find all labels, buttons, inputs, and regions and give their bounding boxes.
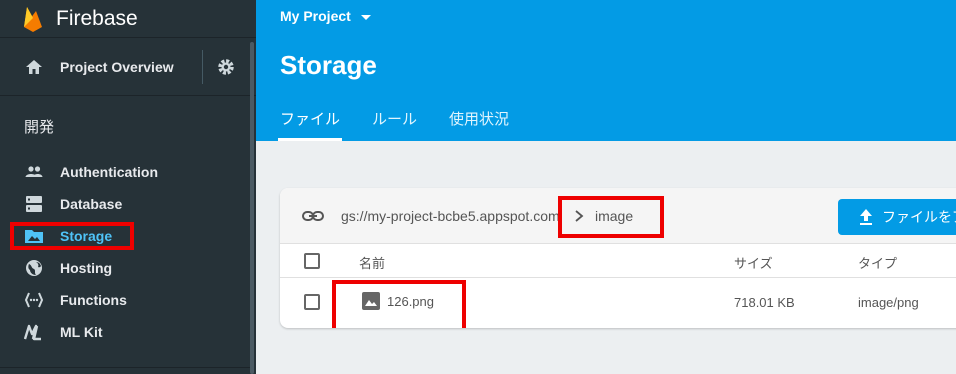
sidebar-item-label: Hosting: [60, 260, 113, 276]
upload-file-button[interactable]: ファイルをア: [838, 199, 956, 235]
globe-icon: [24, 258, 44, 278]
sidebar-item-label: ML Kit: [60, 324, 103, 340]
caret-down-icon: [360, 14, 371, 20]
sidebar-item-authentication[interactable]: Authentication: [0, 156, 256, 188]
page-title: Storage: [280, 50, 377, 80]
upload-label: ファイルをア: [882, 209, 956, 225]
firebase-logo-icon: [24, 6, 42, 32]
highlight-box: [558, 196, 664, 238]
sidebar-item-label: Authentication: [60, 164, 158, 180]
table-header: 名前 サイズ タイプ: [280, 244, 956, 278]
sidebar-item-label: Database: [60, 196, 123, 212]
file-size: 718.01 KB: [734, 295, 795, 310]
functions-icon: [24, 290, 44, 310]
brand-title: Firebase: [56, 6, 138, 30]
sidebar-item-functions[interactable]: Functions: [0, 284, 256, 316]
table-row[interactable]: 126.png 718.01 KB image/png: [280, 278, 956, 328]
link-icon[interactable]: [302, 206, 324, 226]
column-header-size[interactable]: サイズ: [734, 253, 773, 272]
tab-usage[interactable]: 使用状況: [449, 108, 509, 141]
sidebar-scrollbar[interactable]: [250, 42, 254, 374]
project-name: My Project: [280, 8, 351, 24]
project-overview-item[interactable]: Project Overview: [0, 38, 256, 96]
highlight-box: [332, 280, 466, 328]
sidebar-item-hosting[interactable]: Hosting: [0, 252, 256, 284]
page-header: My Project Storage ファイル ルール 使用状況: [256, 0, 956, 141]
divider: [202, 50, 203, 84]
upload-icon: [860, 209, 872, 225]
column-header-type[interactable]: タイプ: [858, 253, 897, 272]
people-icon: [24, 162, 44, 182]
file-type: image/png: [858, 295, 919, 310]
bucket-path-link[interactable]: gs://my-project-bcbe5.appspot.com: [341, 208, 560, 224]
database-icon: [24, 194, 44, 214]
highlight-box: [10, 222, 134, 250]
tab-files[interactable]: ファイル: [277, 108, 343, 141]
home-icon: [26, 59, 42, 74]
sidebar-item-label: Functions: [60, 292, 127, 308]
divider: [0, 367, 252, 368]
sidebar: Firebase Project Overview 開発 Authenticat…: [0, 0, 256, 374]
ml-kit-icon: [24, 322, 44, 342]
column-header-name[interactable]: 名前: [359, 253, 385, 272]
select-all-checkbox[interactable]: [304, 253, 320, 269]
section-title-develop: 開発: [24, 119, 55, 136]
storage-browser-card: gs://my-project-bcbe5.appspot.com image …: [280, 188, 956, 328]
project-selector[interactable]: My Project: [280, 8, 371, 24]
row-checkbox[interactable]: [304, 294, 320, 310]
tab-bar: ファイル ルール 使用状況: [277, 108, 541, 141]
brand-bar[interactable]: Firebase: [0, 0, 256, 38]
project-overview-label: Project Overview: [60, 58, 174, 75]
sidebar-item-ml-kit[interactable]: ML Kit: [0, 316, 256, 348]
sidebar-item-database[interactable]: Database: [0, 188, 256, 220]
path-bar: gs://my-project-bcbe5.appspot.com image …: [280, 188, 956, 244]
gear-icon[interactable]: [216, 57, 236, 77]
tab-rules[interactable]: ルール: [372, 108, 417, 141]
sidebar-item-storage[interactable]: Storage: [0, 220, 256, 252]
